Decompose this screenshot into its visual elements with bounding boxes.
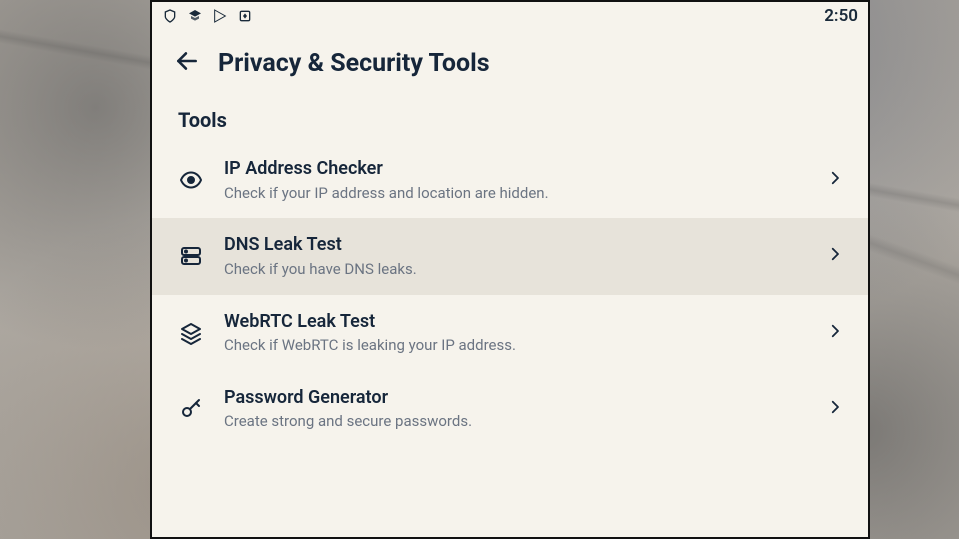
app-box-icon [237, 8, 253, 24]
key-icon [176, 397, 206, 421]
list-item-body: WebRTC Leak Test Check if WebRTC is leak… [224, 311, 808, 355]
status-bar: 2:50 [152, 2, 868, 30]
list-item-body: Password Generator Create strong and sec… [224, 387, 808, 431]
server-icon [176, 244, 206, 268]
clock: 2:50 [824, 6, 858, 26]
fsecure-icon [187, 8, 203, 24]
list-item-title: Password Generator [224, 387, 808, 410]
list-item-password-gen[interactable]: Password Generator Create strong and sec… [152, 371, 868, 447]
list-item-desc: Check if you have DNS leaks. [224, 260, 808, 279]
app-header: Privacy & Security Tools [152, 30, 868, 100]
app-window: 2:50 Privacy & Security Tools Tools IP A… [150, 0, 870, 539]
section-title-tools: Tools [152, 100, 868, 142]
mcafee-icon [162, 8, 178, 24]
list-item-title: DNS Leak Test [224, 234, 808, 257]
list-item-dns-leak[interactable]: DNS Leak Test Check if you have DNS leak… [152, 218, 868, 294]
chevron-right-icon [826, 398, 844, 420]
chevron-right-icon [826, 322, 844, 344]
list-item-title: IP Address Checker [224, 158, 808, 181]
list-item-desc: Check if your IP address and location ar… [224, 184, 808, 203]
list-item-title: WebRTC Leak Test [224, 311, 808, 334]
tools-list: IP Address Checker Check if your IP addr… [152, 142, 868, 447]
list-item-desc: Check if WebRTC is leaking your IP addre… [224, 336, 808, 355]
layers-icon [176, 321, 206, 345]
list-item-webrtc-leak[interactable]: WebRTC Leak Test Check if WebRTC is leak… [152, 295, 868, 371]
chevron-right-icon [826, 169, 844, 191]
list-item-ip-checker[interactable]: IP Address Checker Check if your IP addr… [152, 142, 868, 218]
list-item-desc: Create strong and secure passwords. [224, 412, 808, 431]
list-item-body: IP Address Checker Check if your IP addr… [224, 158, 808, 202]
status-icons [162, 8, 253, 24]
play-store-icon [212, 8, 228, 24]
back-button[interactable] [174, 48, 200, 78]
page-title: Privacy & Security Tools [218, 49, 490, 78]
list-item-body: DNS Leak Test Check if you have DNS leak… [224, 234, 808, 278]
eye-icon [176, 168, 206, 192]
chevron-right-icon [826, 245, 844, 267]
